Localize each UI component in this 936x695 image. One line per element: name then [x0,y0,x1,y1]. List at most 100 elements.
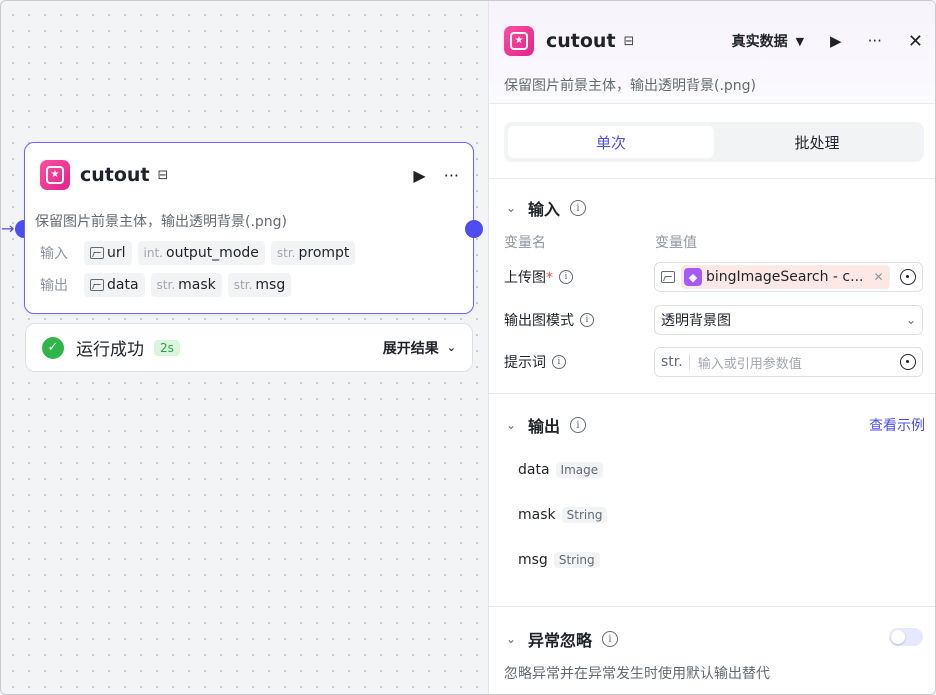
node-outputs: 输出 data str. mask str. msg [40,273,292,297]
output-port[interactable] [465,220,483,238]
output-mode-select[interactable]: 透明背景图 ⌄ [654,305,923,335]
data-mode-value: 真实数据 [731,34,788,50]
bot-icon: ⊟ [623,33,635,49]
image-icon [90,247,104,259]
reference-text: bingImageSearch - c... [706,269,864,285]
caret-down-icon: ▼ [795,34,805,48]
view-example-link[interactable]: 查看示例 [869,415,925,435]
upload-image-input[interactable]: ◆ bingImageSearch - c... ✕ [654,262,923,292]
run-status-bar: ✓ 运行成功 2s 展开结果 ⌄ [25,323,473,372]
chip-name: data [107,277,139,293]
divider [489,606,935,607]
input-section-header[interactable]: ⌄ 输入 i [504,196,587,220]
output-name: data [518,462,550,478]
more-icon[interactable]: ··· [868,32,882,50]
chip-type: str. [276,246,296,260]
duration-badge: 2s [154,339,180,356]
ignore-exception-toggle[interactable] [889,628,923,646]
output-chip-msg: str. msg [227,273,292,297]
chip-type: str. [233,278,253,292]
column-var-name: 变量名 [504,235,546,251]
reference-picker-icon[interactable] [900,269,916,285]
cube-icon: ◆ [684,268,702,286]
image-icon [661,271,675,283]
bot-icon: ⊟ [157,167,169,183]
section-title: 输出 [528,417,561,436]
column-var-value: 变量值 [655,235,697,251]
output-section-header[interactable]: ⌄ 输出 i [504,413,587,437]
inputs-label: 输入 [40,246,68,262]
info-icon[interactable]: i [570,200,587,216]
outputs-label: 输出 [40,278,68,294]
chip-name: prompt [298,245,350,261]
workflow-canvas[interactable]: → ★ cutout ⊟ ▶ ··· 保留图片前景主体，输出透明背景(.png)… [0,0,936,695]
input-chip-output-mode: int. output_mode [137,241,265,265]
tab-single[interactable]: 单次 [508,126,714,158]
node-title: cutout [80,164,150,186]
success-check-icon: ✓ [42,336,64,359]
info-icon[interactable]: i [570,417,587,433]
chip-type: int. [143,246,163,260]
mode-label: 输出图模式 [504,313,574,329]
chip-type: str. [156,278,176,292]
info-icon[interactable]: i [559,270,573,284]
chip-name: url [107,245,126,261]
node-description: 保留图片前景主体，输出透明背景(.png) [35,214,288,230]
reference-picker-icon[interactable] [900,354,916,370]
info-icon[interactable]: i [602,631,619,647]
required-mark: * [546,270,553,286]
output-type: String [553,552,600,568]
input-chip-prompt: str. prompt [270,241,356,265]
section-title: 异常忽略 [528,631,593,650]
input-chip-url: url [84,241,132,265]
chip-name: output_mode [166,245,259,261]
cutout-app-icon: ★ [504,26,534,56]
field-label: 输出图模式 i [504,310,654,330]
run-icon[interactable]: ▶ [830,32,842,50]
reference-chip[interactable]: ◆ bingImageSearch - c... ✕ [681,265,890,289]
expand-label: 展开结果 [382,340,439,357]
chevron-down-icon: ⌄ [905,313,916,327]
panel-description: 保留图片前景主体，输出透明背景(.png) [504,78,757,94]
prompt-label: 提示词 [504,355,546,371]
output-chip-mask: str. mask [150,273,222,297]
tab-batch[interactable]: 批处理 [714,126,920,158]
type-tag: str. [661,354,690,370]
chip-name: msg [255,277,286,293]
divider [489,178,935,179]
field-prompt: 提示词 i str. 输入或引用参数值 [504,347,923,377]
image-icon [90,279,104,291]
chip-name: mask [178,277,216,293]
field-upload-image: 上传图* i ◆ bingImageSearch - c... ✕ [504,262,923,292]
run-icon[interactable]: ▶ [413,166,425,185]
field-output-mode: 输出图模式 i 透明背景图 ⌄ [504,305,923,335]
field-label: 提示词 i [504,352,654,372]
output-type: String [561,507,608,523]
node-inputs: 输入 url int. output_mode str. prompt [40,241,356,265]
chevron-down-icon: ⌄ [505,632,517,646]
output-chip-data: data [84,273,145,297]
cutout-node[interactable]: ★ cutout ⊟ ▶ ··· 保留图片前景主体，输出透明背景(.png) 输… [24,142,474,314]
exception-section-header[interactable]: ⌄ 异常忽略 i [504,627,619,651]
cutout-app-icon: ★ [40,160,70,190]
prompt-placeholder: 输入或引用参数值 [697,356,802,372]
section-title: 输入 [528,200,561,219]
output-type: Image [555,462,604,478]
prompt-input[interactable]: str. 输入或引用参数值 [654,347,923,377]
info-icon[interactable]: i [552,355,566,369]
more-icon[interactable]: ··· [444,166,459,185]
node-header: ★ cutout ⊟ ▶ ··· [40,159,459,191]
output-item-msg: msg String [518,552,600,568]
data-mode-select[interactable]: 真实数据 ▼ [732,31,804,51]
toggle-knob [891,630,905,644]
run-status-text: 运行成功 [76,340,144,360]
close-icon[interactable]: ✕ [908,31,923,52]
upload-label: 上传图 [504,270,546,286]
run-mode-tabs: 单次 批处理 [504,122,924,162]
expand-results-button[interactable]: 展开结果 ⌄ [383,338,456,358]
chevron-down-icon: ⌄ [505,201,517,215]
remove-icon[interactable]: ✕ [873,270,883,284]
node-detail-panel: ★ cutout ⊟ 真实数据 ▼ ▶ ··· ✕ 保留图片前景主体，输出透明背… [488,1,935,694]
divider [489,393,935,394]
info-icon[interactable]: i [580,313,594,327]
